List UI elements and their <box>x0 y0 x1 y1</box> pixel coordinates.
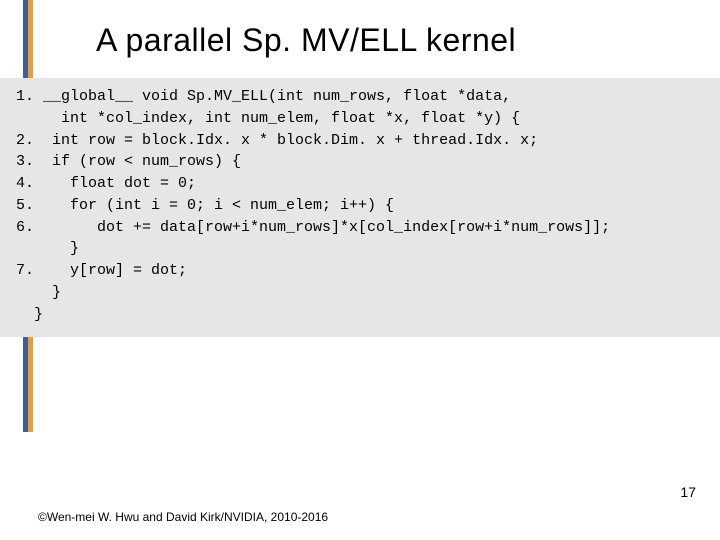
code-line: 7. y[row] = dot; <box>16 260 704 282</box>
page-number: 17 <box>680 484 696 500</box>
code-line: 3. if (row < num_rows) { <box>16 151 704 173</box>
code-block: 1. __global__ void Sp.MV_ELL(int num_row… <box>0 78 720 337</box>
copyright-text: ©Wen-mei W. Hwu and David Kirk/NVIDIA, 2… <box>38 510 328 524</box>
code-line: 4. float dot = 0; <box>16 173 704 195</box>
code-line: 1. __global__ void Sp.MV_ELL(int num_row… <box>16 86 704 108</box>
code-line: } <box>16 282 704 304</box>
code-line: 6. dot += data[row+i*num_rows]*x[col_ind… <box>16 217 704 239</box>
code-line: int *col_index, int num_elem, float *x, … <box>16 108 704 130</box>
slide-title: A parallel Sp. MV/ELL kernel <box>96 22 516 59</box>
slide: A parallel Sp. MV/ELL kernel 1. __global… <box>0 0 720 540</box>
code-line: 5. for (int i = 0; i < num_elem; i++) { <box>16 195 704 217</box>
code-line: } <box>16 304 704 326</box>
code-line: 2. int row = block.Idx. x * block.Dim. x… <box>16 130 704 152</box>
code-line: } <box>16 238 704 260</box>
